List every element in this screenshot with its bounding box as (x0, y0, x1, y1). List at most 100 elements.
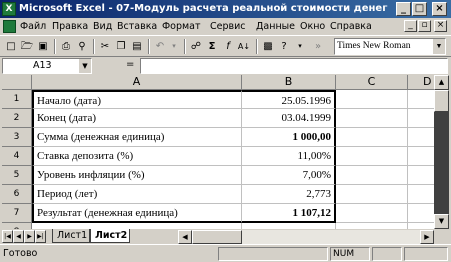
row-header[interactable]: 6 (2, 185, 32, 204)
menu-format[interactable]: Формат (162, 20, 201, 34)
menu-insert[interactable]: Вставка (117, 20, 157, 34)
formula-input[interactable] (140, 58, 448, 74)
column-header-b[interactable]: B (242, 75, 336, 90)
workbook-icon[interactable] (3, 20, 16, 33)
cell-b3[interactable]: 1 000,00 (242, 128, 336, 147)
cell-b4[interactable]: 11,00% (242, 147, 336, 166)
cell-b7[interactable]: 1 107,12 (242, 204, 336, 223)
last-sheet-icon[interactable]: ▶| (35, 230, 46, 243)
hyperlink-icon[interactable]: ☍ (188, 39, 204, 54)
column-header-a[interactable]: A (32, 75, 242, 90)
status-bar: Готово NUM (0, 244, 451, 262)
next-sheet-icon[interactable]: ▶ (24, 230, 35, 243)
sheet-tab-1[interactable]: Лист1 (52, 229, 90, 243)
chart-wizard-icon[interactable]: ▩ (260, 39, 276, 54)
menu-data[interactable]: Данные (256, 20, 295, 34)
sheet-tab-2[interactable]: Лист2 (90, 229, 130, 243)
cell-c2[interactable] (336, 109, 408, 128)
cell-d1[interactable] (408, 90, 434, 109)
cell-a2[interactable]: Конец (дата) (32, 109, 242, 128)
horizontal-scrollbar[interactable]: ◀ ▶ (178, 230, 434, 244)
cell-c4[interactable] (336, 147, 408, 166)
scroll-right-icon[interactable]: ▶ (420, 230, 434, 244)
row-header[interactable]: 3 (2, 128, 32, 147)
toolbar-overflow-icon[interactable]: » (310, 39, 326, 54)
function-icon[interactable]: f (220, 39, 236, 54)
vertical-scrollbar[interactable]: ▲ ▼ (434, 75, 449, 229)
status-panel (404, 247, 448, 261)
menu-file[interactable]: Файл (20, 20, 46, 34)
minimize-button[interactable]: _ (396, 2, 411, 16)
cell-b6[interactable]: 2,773 (242, 185, 336, 204)
cell-d6[interactable] (408, 185, 434, 204)
cell-b5[interactable]: 7,00% (242, 166, 336, 185)
name-box[interactable]: A13 ▼ (2, 58, 92, 74)
row-header[interactable]: 5 (2, 166, 32, 185)
chevron-down-icon[interactable]: ▼ (433, 39, 445, 54)
menu-help[interactable]: Справка (330, 20, 372, 34)
menu-tools[interactable]: Сервис (210, 20, 246, 34)
scroll-down-icon[interactable]: ▼ (434, 214, 449, 229)
font-name-select[interactable]: Times New Roman ▼ (334, 38, 446, 55)
column-header-d[interactable]: D (408, 75, 434, 90)
copy-icon[interactable]: ❐ (113, 39, 129, 54)
row-header[interactable]: 4 (2, 147, 32, 166)
row-header[interactable]: 7 (2, 204, 32, 223)
doc-close-button[interactable]: × (434, 20, 447, 32)
column-header-c[interactable]: C (336, 75, 408, 90)
vertical-scroll-track[interactable] (434, 112, 449, 214)
cell-d7[interactable] (408, 204, 434, 223)
cell-b1[interactable]: 25.05.1996 (242, 90, 336, 109)
status-ready-text: Готово (3, 248, 38, 259)
sort-asc-icon[interactable]: A↓ (236, 39, 252, 54)
cell-a5[interactable]: Уровень инфляции (%) (32, 166, 242, 185)
cell-c1[interactable] (336, 90, 408, 109)
menu-window[interactable]: Окно (300, 20, 325, 34)
cell-a6[interactable]: Период (лет) (32, 185, 242, 204)
cell-a1[interactable]: Начало (дата) (32, 90, 242, 109)
toolbar-options-icon[interactable]: ▾ (292, 39, 308, 54)
select-all-corner[interactable] (2, 75, 32, 90)
row-header[interactable]: 1 (2, 90, 32, 109)
menu-view[interactable]: Вид (93, 20, 112, 34)
save-icon[interactable]: ▣ (35, 39, 51, 54)
cell-a4[interactable]: Ставка депозита (%) (32, 147, 242, 166)
cell-c6[interactable] (336, 185, 408, 204)
cell-d5[interactable] (408, 166, 434, 185)
cell-c5[interactable] (336, 166, 408, 185)
close-button[interactable]: × (432, 2, 447, 16)
cell-a7[interactable]: Результат (денежная единица) (32, 204, 242, 223)
cell-c3[interactable] (336, 128, 408, 147)
new-icon[interactable]: □ (3, 39, 19, 54)
vertical-scroll-thumb[interactable] (434, 90, 449, 112)
equals-sign[interactable]: = (126, 59, 134, 70)
prev-sheet-icon[interactable]: ◀ (13, 230, 24, 243)
horizontal-scroll-thumb[interactable] (192, 230, 242, 244)
row-header[interactable]: 2 (2, 109, 32, 128)
worksheet-grid[interactable]: A B C D 1 Начало (дата) 25.05.1996 2 Кон… (2, 75, 434, 229)
cut-icon[interactable]: ✂ (97, 39, 113, 54)
doc-minimize-button[interactable]: _ (404, 20, 417, 32)
menu-edit[interactable]: Правка (52, 20, 88, 34)
maximize-button[interactable]: □ (412, 2, 427, 16)
excel-app-icon[interactable]: X (2, 2, 16, 16)
cell-d3[interactable] (408, 128, 434, 147)
scroll-up-icon[interactable]: ▲ (434, 75, 449, 90)
help-icon[interactable]: ? (276, 39, 292, 54)
chevron-down-icon[interactable]: ▼ (79, 59, 91, 73)
doc-restore-button[interactable]: ▫ (418, 20, 431, 32)
cell-d2[interactable] (408, 109, 434, 128)
autosum-icon[interactable]: Σ (204, 39, 220, 54)
cell-c7[interactable] (336, 204, 408, 223)
scroll-left-icon[interactable]: ◀ (178, 230, 192, 244)
first-sheet-icon[interactable]: |◀ (2, 230, 13, 243)
cell-b2[interactable]: 03.04.1999 (242, 109, 336, 128)
paste-icon[interactable]: ▤ (129, 39, 145, 54)
cell-a3[interactable]: Сумма (денежная единица) (32, 128, 242, 147)
preview-icon[interactable]: ⚲ (74, 39, 90, 54)
undo-dropdown-icon[interactable]: ▾ (166, 39, 182, 54)
toolbar-separator (54, 39, 56, 54)
cell-d4[interactable] (408, 147, 434, 166)
print-icon[interactable]: ⎙ (58, 39, 74, 54)
open-icon[interactable]: 🗁 (19, 39, 35, 54)
